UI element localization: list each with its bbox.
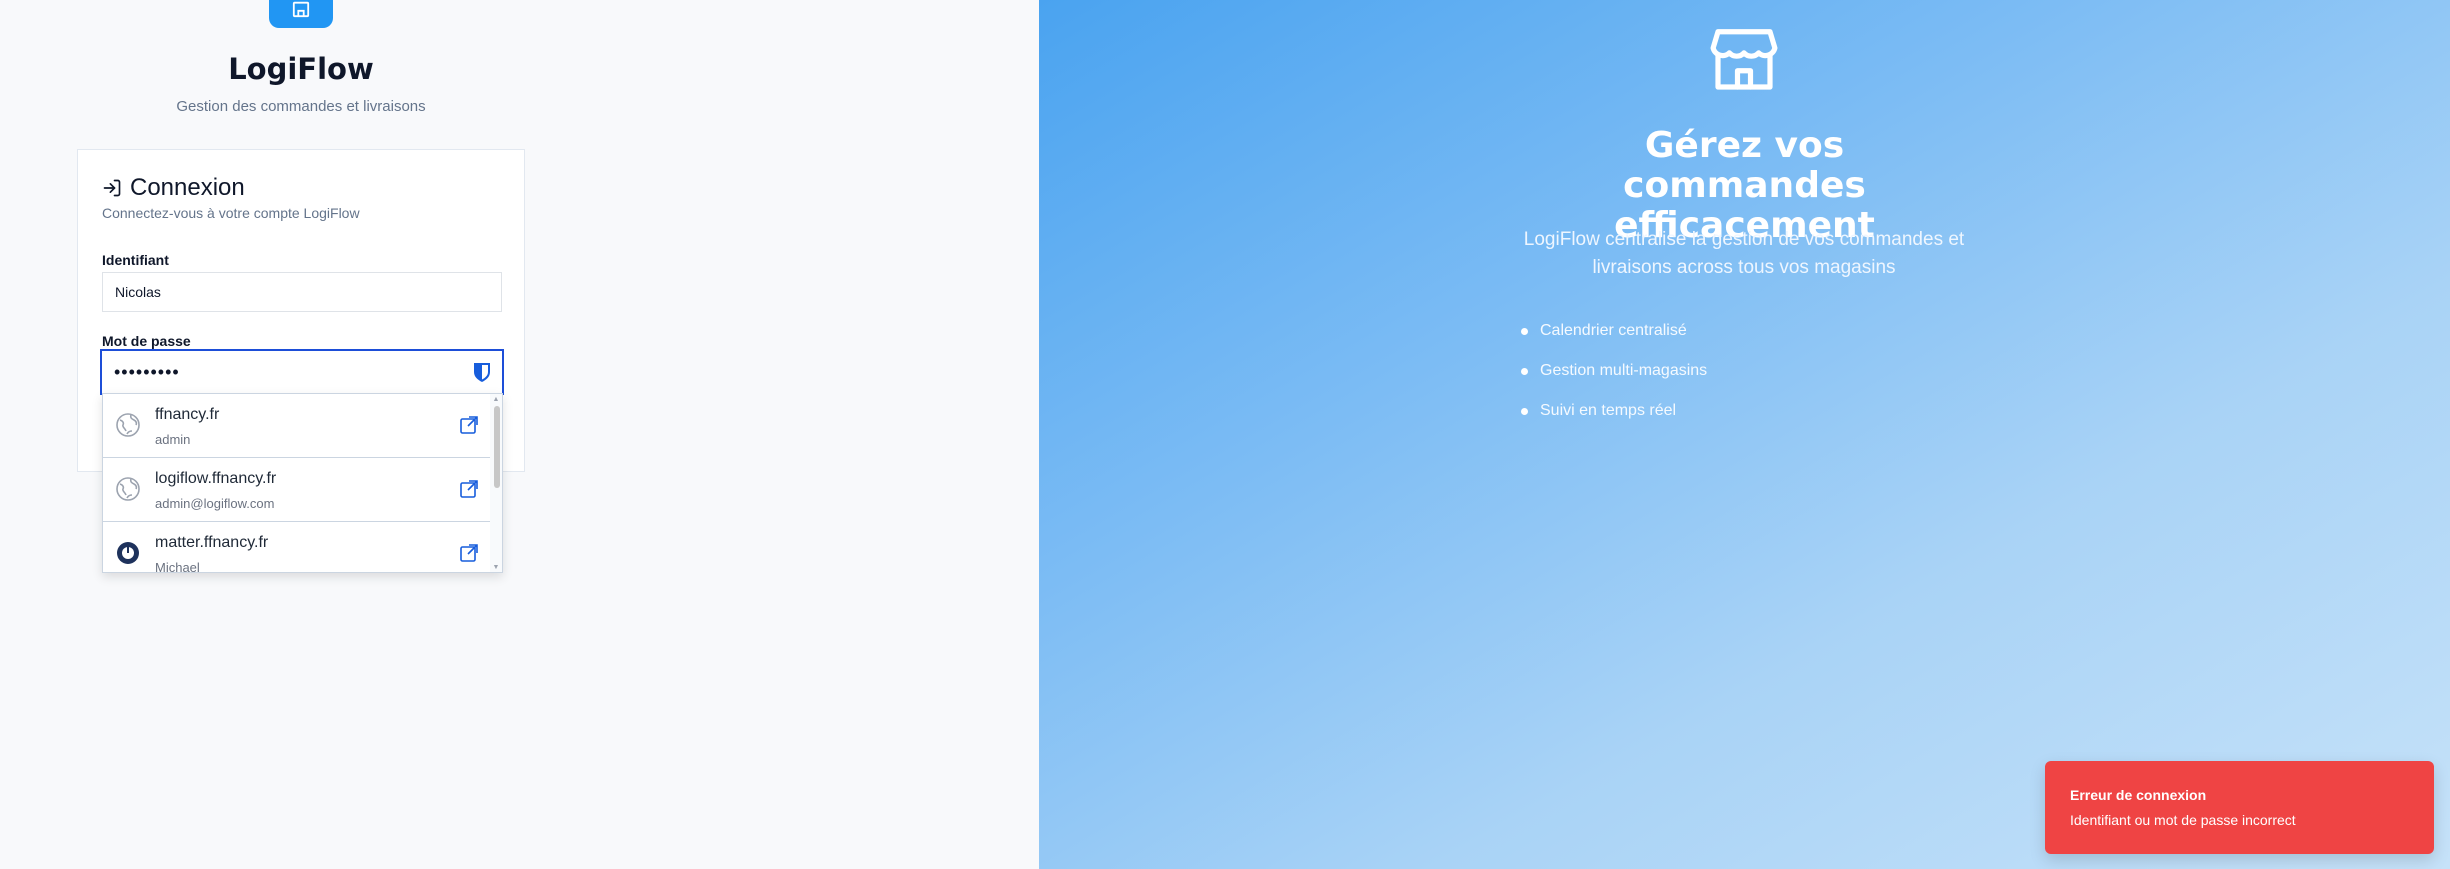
dropdown-scrollbar[interactable]: ▲ ▼ [490,394,502,572]
password-field[interactable]: ••••••••• [100,349,504,395]
globe-icon [116,413,140,437]
bullet-icon [1521,367,1528,375]
hero-subtitle: LogiFlow centralise la gestion de vos co… [1523,229,1965,278]
autofill-username: admin@logiflow.com [155,496,275,511]
open-in-new-icon[interactable] [459,479,479,499]
autofill-item[interactable]: matter.ffnancy.fr Michael [103,522,491,573]
list-item: Gestion multi-magasins [1519,351,1707,391]
error-toast[interactable]: Erreur de connexion Identifiant ou mot d… [2045,761,2434,854]
list-item: Suivi en temps réel [1519,391,1707,431]
autofill-username: admin [155,432,191,447]
feature-label: Calendrier centralisé [1540,322,1687,339]
username-label: Identifiant [102,252,169,268]
brand-tagline: Gestion des commandes et livraisons [176,98,426,115]
autofill-site: matter.ffnancy.fr [155,534,269,551]
globe-icon [116,477,140,501]
store-icon [1710,29,1778,90]
scroll-down-arrow-icon[interactable]: ▼ [492,564,500,572]
scrollbar-thumb[interactable] [494,406,500,488]
list-item: Calendrier centralisé [1519,311,1707,351]
hero-pane: Gérez vos commandes efficacement LogiFlo… [1039,0,2450,869]
autofill-site: ffnancy.fr [155,406,220,423]
autofill-site: logiflow.ffnancy.fr [155,470,277,487]
autofill-item[interactable]: ffnancy.fr admin [103,394,491,458]
brand-name: LogiFlow [228,52,374,86]
autofill-item[interactable]: logiflow.ffnancy.fr admin@logiflow.com [103,458,491,522]
open-in-new-icon[interactable] [459,415,479,435]
card-description: Connectez-vous à votre compte LogiFlow [102,205,360,221]
open-in-new-icon[interactable] [459,543,479,563]
scroll-up-arrow-icon[interactable]: ▲ [492,396,500,404]
password-label: Mot de passe [102,333,191,349]
toast-message: Identifiant ou mot de passe incorrect [2070,812,2296,828]
mattermost-icon [117,542,139,564]
toast-title: Erreur de connexion [2070,787,2207,803]
bullet-icon [1521,327,1528,335]
feature-label: Suivi en temps réel [1540,402,1677,419]
password-value: ••••••••• [114,361,180,382]
logo [269,0,333,28]
store-icon [292,1,310,18]
login-icon [103,179,121,197]
card-title-label: Connexion [130,174,245,201]
username-field[interactable]: Nicolas [102,272,502,312]
password-manager-shield-icon[interactable] [472,361,492,383]
feature-label: Gestion multi-magasins [1540,362,1708,379]
feature-list: Calendrier centralisé Gestion multi-maga… [1519,311,1707,431]
login-pane: LogiFlow Gestion des commandes et livrai… [0,0,1039,869]
bullet-icon [1521,407,1528,415]
card-title: Connexion [102,174,245,202]
autofill-dropdown: ffnancy.fr admin logiflow.ffnancy.fr adm… [102,393,503,573]
autofill-username: Michael [155,560,200,573]
